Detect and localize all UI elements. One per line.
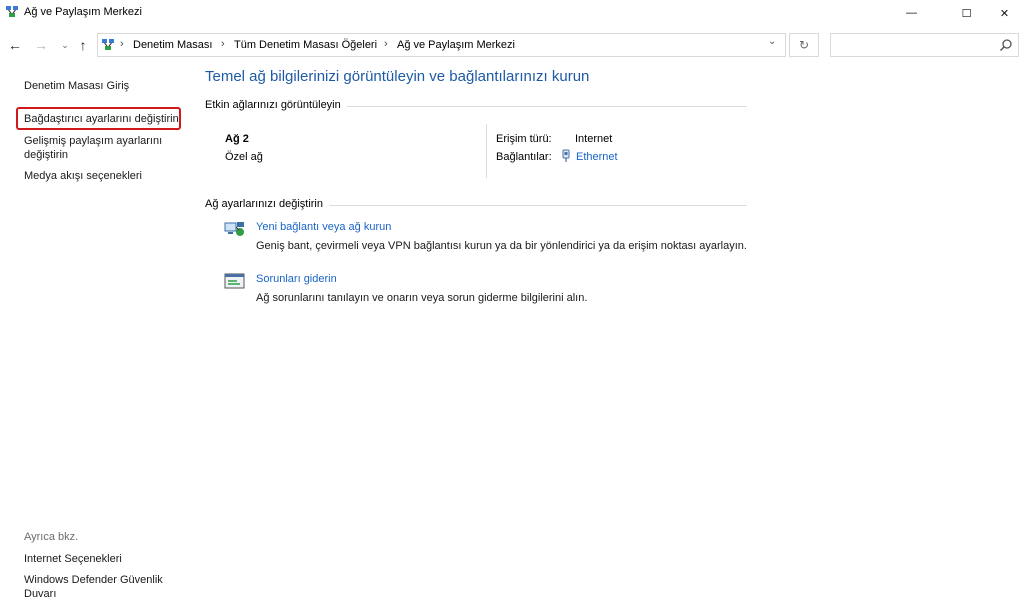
- network-setup-icon: [224, 222, 244, 236]
- ethernet-connection-link[interactable]: Ethernet: [576, 151, 618, 163]
- sidebar-item-control-panel-home[interactable]: Denetim Masası Giriş: [24, 79, 129, 93]
- network-center-icon: [102, 39, 114, 50]
- recent-locations-button[interactable]: ⌄: [56, 36, 74, 54]
- network-name: Ağ 2: [225, 133, 249, 145]
- breadcrumb-separator: ›: [221, 38, 225, 50]
- new-connection-description: Geniş bant, çevirmeli veya VPN bağlantıs…: [256, 240, 747, 252]
- sidebar-item-windows-defender-firewall[interactable]: Windows Defender Güvenlik Duvarı: [24, 573, 174, 601]
- arrow-right-icon: →: [34, 37, 48, 53]
- close-icon: ✕: [999, 7, 1010, 20]
- up-button[interactable]: ↑: [74, 36, 92, 54]
- refresh-button[interactable]: ↻: [789, 33, 819, 57]
- back-button[interactable]: ←: [6, 36, 24, 54]
- maximize-icon: ☐: [961, 7, 972, 20]
- page-title: Temel ağ bilgilerinizi görüntüleyin ve b…: [205, 68, 590, 85]
- chevron-down-icon: ⌄: [61, 39, 69, 50]
- sidebar-item-media-streaming-options[interactable]: Medya akışı seçenekleri: [24, 169, 142, 183]
- network-type[interactable]: Özel ağ: [225, 151, 263, 163]
- sidebar-item-advanced-sharing-settings[interactable]: Gelişmiş paylaşım ayarlarını değiştirin: [24, 134, 174, 162]
- arrow-left-icon: ←: [8, 37, 22, 53]
- breadcrumb-item[interactable]: Ağ ve Paylaşım Merkezi: [397, 39, 515, 51]
- close-button[interactable]: ✕: [982, 0, 1024, 26]
- address-bar[interactable]: › Denetim Masası › Tüm Denetim Masası Öğ…: [97, 33, 786, 57]
- breadcrumb-item[interactable]: Tüm Denetim Masası Öğeleri: [234, 39, 377, 51]
- connections-label: Bağlantılar:: [496, 151, 552, 163]
- window-title: Ağ ve Paylaşım Merkezi: [24, 6, 142, 18]
- active-networks-heading: Etkin ağlarınızı görüntüleyin: [205, 99, 347, 111]
- refresh-icon: ↻: [798, 38, 810, 52]
- address-dropdown-button[interactable]: ⌄: [768, 36, 780, 48]
- vertical-divider: [486, 124, 487, 178]
- troubleshoot-icon: [224, 273, 245, 289]
- forward-button[interactable]: →: [32, 36, 50, 54]
- ethernet-icon: [562, 149, 570, 162]
- breadcrumb-separator: ›: [384, 38, 388, 50]
- search-input[interactable]: [830, 33, 1019, 57]
- breadcrumb-separator: ›: [120, 38, 124, 50]
- search-icon: [999, 39, 1012, 52]
- arrow-up-icon: ↑: [79, 37, 87, 53]
- change-settings-heading: Ağ ayarlarınızı değiştirin: [205, 198, 329, 210]
- minimize-button[interactable]: —: [889, 0, 934, 26]
- network-center-icon: [6, 6, 18, 17]
- troubleshoot-description: Ağ sorunlarını tanılayın ve onarın veya …: [256, 292, 588, 304]
- minimize-icon: —: [906, 7, 917, 19]
- troubleshoot-link[interactable]: Sorunları giderin: [256, 273, 337, 285]
- title-bar: Ağ ve Paylaşım Merkezi — ☐ ✕: [0, 0, 1024, 26]
- sidebar-item-change-adapter-settings[interactable]: Bağdaştırıcı ayarlarını değiştirin: [24, 112, 179, 126]
- see-also-heading: Ayrıca bkz.: [24, 531, 79, 543]
- new-connection-link[interactable]: Yeni bağlantı veya ağ kurun: [256, 221, 391, 233]
- breadcrumb-item[interactable]: Denetim Masası: [133, 39, 212, 51]
- chevron-down-icon: ⌄: [768, 36, 777, 47]
- access-type-label: Erişim türü:: [496, 133, 552, 145]
- access-type-value: Internet: [575, 133, 613, 145]
- sidebar-item-internet-options[interactable]: Internet Seçenekleri: [24, 552, 122, 566]
